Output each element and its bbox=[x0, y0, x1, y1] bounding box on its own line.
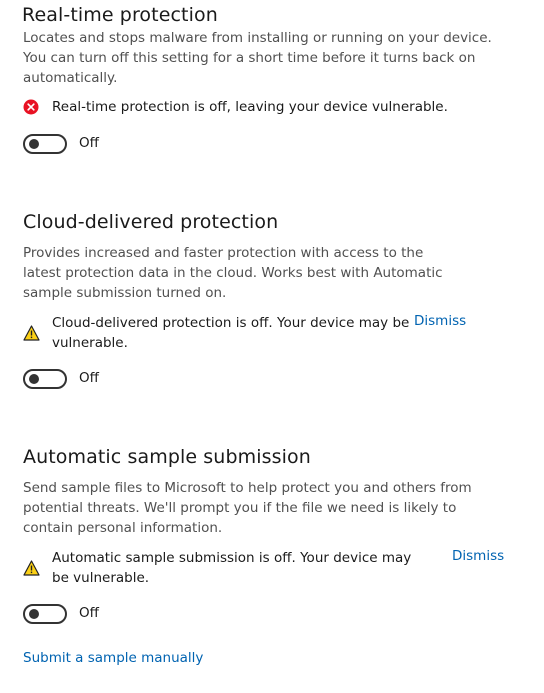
realtime-title: Real-time protection bbox=[22, 4, 218, 26]
cloud-dismiss-link[interactable]: Dismiss bbox=[414, 313, 466, 329]
sample-dismiss-link[interactable]: Dismiss bbox=[452, 548, 504, 564]
warning-icon bbox=[23, 325, 40, 341]
error-icon bbox=[23, 99, 39, 115]
realtime-status-text: Real-time protection is off, leaving you… bbox=[52, 99, 448, 115]
sample-description: Send sample files to Microsoft to help p… bbox=[23, 480, 472, 536]
sample-title: Automatic sample submission bbox=[23, 446, 311, 468]
toggle-knob bbox=[29, 139, 39, 149]
cloud-toggle-label: Off bbox=[79, 370, 99, 386]
sample-toggle[interactable] bbox=[23, 604, 67, 624]
toggle-knob bbox=[29, 374, 39, 384]
warning-icon bbox=[23, 560, 40, 576]
cloud-toggle[interactable] bbox=[23, 369, 67, 389]
sample-status-text: Automatic sample submission is off. Your… bbox=[52, 550, 412, 586]
realtime-description: Locates and stops malware from installin… bbox=[23, 30, 492, 86]
toggle-knob bbox=[29, 609, 39, 619]
cloud-description: Provides increased and faster protection… bbox=[23, 245, 443, 301]
cloud-status-text: Cloud-delivered protection is off. Your … bbox=[52, 315, 410, 351]
submit-sample-manually-link[interactable]: Submit a sample manually bbox=[23, 650, 203, 666]
realtime-toggle-label: Off bbox=[79, 135, 99, 151]
cloud-title: Cloud-delivered protection bbox=[23, 211, 279, 233]
sample-toggle-label: Off bbox=[79, 605, 99, 621]
realtime-toggle[interactable] bbox=[23, 134, 67, 154]
